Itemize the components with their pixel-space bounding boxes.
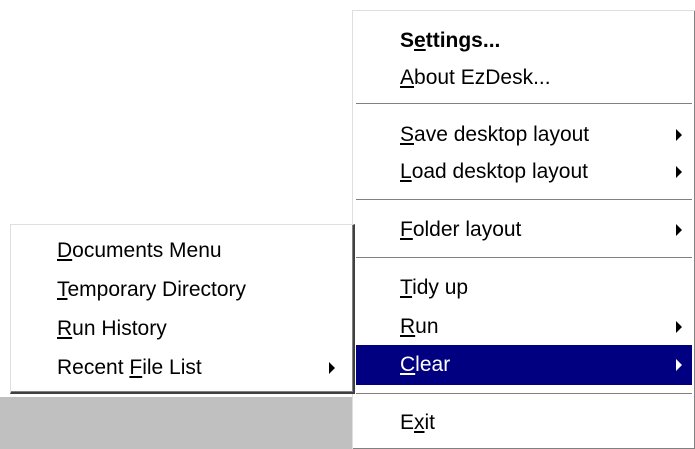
menu-item-tidy-up[interactable]: Tidy up bbox=[353, 268, 695, 308]
menu-item-label: Run History bbox=[57, 317, 167, 340]
menu-item-label: Load desktop layout bbox=[400, 160, 588, 183]
submenu-item-documents-menu[interactable]: Documents Menu bbox=[11, 231, 353, 271]
menu-item-label: Recent File List bbox=[57, 356, 202, 379]
menu-item-settings[interactable]: Settings... bbox=[353, 21, 695, 61]
submenu-item-temporary-directory[interactable]: Temporary Directory bbox=[11, 270, 353, 310]
menu-item-save-desktop-layout[interactable]: Save desktop layout bbox=[353, 115, 695, 155]
menu-separator bbox=[356, 103, 692, 105]
submenu-item-recent-file-list[interactable]: Recent File List bbox=[11, 348, 353, 388]
desktop-background bbox=[0, 397, 354, 449]
submenu-arrow-icon bbox=[329, 362, 335, 374]
menu-item-exit[interactable]: Exit bbox=[353, 403, 695, 443]
menu-item-folder-layout[interactable]: Folder layout bbox=[353, 210, 695, 250]
menu-item-label: Run bbox=[400, 315, 439, 338]
menu-item-run[interactable]: Run bbox=[353, 307, 695, 347]
menu-item-label: About EzDesk... bbox=[400, 66, 551, 89]
menu-item-load-desktop-layout[interactable]: Load desktop layout bbox=[353, 152, 695, 192]
submenu-arrow-icon bbox=[676, 359, 682, 371]
menu-item-clear[interactable]: Clear bbox=[356, 345, 692, 385]
menu-item-label: Folder layout bbox=[400, 218, 522, 241]
menu-item-label: Settings... bbox=[400, 29, 501, 52]
menu-item-label: Exit bbox=[400, 411, 436, 434]
menu-item-label: Documents Menu bbox=[57, 239, 222, 262]
menu-item-label: Tidy up bbox=[400, 276, 469, 299]
submenu-arrow-icon bbox=[676, 129, 682, 141]
clear-submenu: Documents Menu Temporary Directory Run H… bbox=[10, 224, 355, 394]
submenu-arrow-icon bbox=[676, 321, 682, 333]
ezdesk-context-menu: Settings... About EzDesk... Save desktop… bbox=[352, 10, 695, 449]
menu-item-about[interactable]: About EzDesk... bbox=[353, 58, 695, 98]
menu-separator bbox=[356, 393, 692, 395]
submenu-arrow-icon bbox=[676, 224, 682, 236]
menu-separator bbox=[356, 199, 692, 201]
menu-item-label: Save desktop layout bbox=[400, 123, 590, 146]
menu-item-label: Clear bbox=[400, 353, 451, 376]
submenu-item-run-history[interactable]: Run History bbox=[11, 309, 353, 349]
menu-item-label: Temporary Directory bbox=[57, 278, 247, 301]
menu-separator bbox=[356, 257, 692, 259]
submenu-arrow-icon bbox=[676, 166, 682, 178]
